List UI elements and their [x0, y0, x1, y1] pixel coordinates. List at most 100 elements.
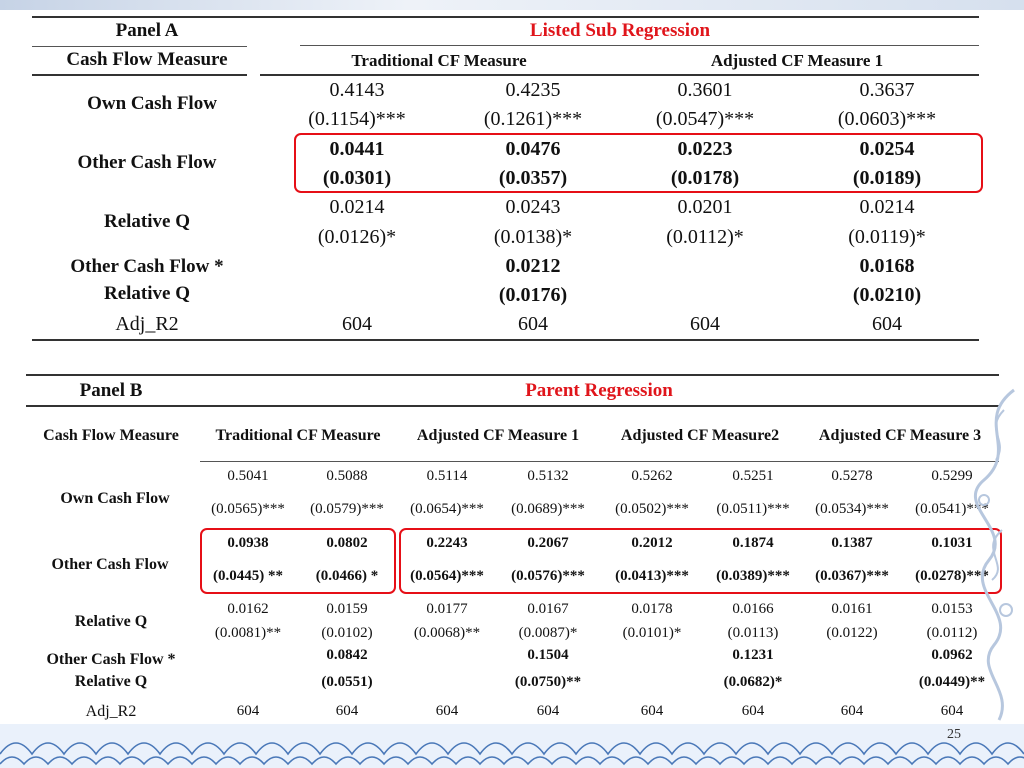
col-group-traditional: Traditional CF Measure	[215, 427, 381, 444]
table-cell: (0.0502)***	[615, 501, 689, 517]
rule-top	[26, 374, 999, 376]
row-label-adj-r2: Adj_R2	[85, 703, 137, 720]
rule-under-title	[26, 405, 999, 407]
rule-top	[32, 16, 979, 18]
table-cell: 604	[741, 703, 765, 719]
panel-b-title: Parent Regression	[525, 380, 673, 401]
table-cell: 0.1231	[732, 647, 774, 663]
table-cell: (0.0101)*	[622, 625, 682, 641]
col-group-adjusted-1: Adjusted CF Measure 1	[710, 51, 884, 70]
table-cell: 0.0159	[326, 601, 368, 617]
table-cell: (0.0534)***	[815, 501, 889, 517]
table-cell: 0.5132	[527, 468, 569, 484]
row-label-own-cash-flow: Own Cash Flow	[60, 490, 170, 507]
table-cell: 604	[236, 703, 260, 719]
table-cell: (0.0511)***	[716, 501, 790, 517]
dragon-decoration-icon	[974, 388, 1015, 721]
table-cell: 0.0214	[859, 196, 915, 218]
table-cell: (0.1261)***	[483, 108, 583, 130]
table-cell: 0.0161	[831, 601, 873, 617]
table-cell: (0.0081)**	[214, 625, 282, 641]
highlight-box-adjusted	[399, 528, 1002, 594]
row-label-interaction-line2: Relative Q	[74, 673, 148, 690]
table-cell: 0.0212	[505, 255, 561, 277]
panel-a-label: Panel A	[115, 20, 179, 41]
row-label-adj-r2: Adj_R2	[115, 313, 179, 335]
table-cell: 0.0201	[677, 196, 733, 218]
table-cell: 0.0167	[527, 601, 569, 617]
table-cell: (0.0102)	[321, 625, 373, 641]
table-cell: 0.5041	[227, 468, 269, 484]
table-cell: 0.0177	[426, 601, 468, 617]
table-cell: 0.0243	[505, 196, 561, 218]
table-cell: (0.0113)	[727, 625, 779, 641]
table-cell: (0.0551)	[321, 674, 373, 690]
table-cell: 0.0842	[326, 647, 368, 663]
table-cell: 0.4143	[329, 79, 385, 101]
table-cell: 604	[840, 703, 864, 719]
table-cell: 604	[536, 703, 560, 719]
highlight-box-traditional	[200, 528, 396, 594]
table-cell: 0.0166	[732, 601, 774, 617]
table-cell: 0.5114	[426, 468, 468, 484]
page-number: 25	[947, 727, 961, 742]
table-cell: 604	[342, 313, 372, 335]
row-label-relative-q: Relative Q	[74, 613, 148, 630]
table-cell: 604	[690, 313, 720, 335]
slide-top-bar	[0, 0, 1024, 10]
cash-flow-measure-header: Cash Flow Measure	[66, 49, 228, 70]
table-cell: (0.0654)***	[410, 501, 484, 517]
row-label-interaction-line2: Relative Q	[103, 283, 191, 304]
table-cell: 0.5088	[326, 468, 368, 484]
row-label-other-cash-flow: Other Cash Flow	[77, 152, 217, 173]
col-group-adjusted-1: Adjusted CF Measure 1	[416, 427, 580, 444]
table-cell: 0.0178	[631, 601, 673, 617]
table-cell: (0.0087)*	[518, 625, 578, 641]
table-cell: 0.3637	[859, 79, 915, 101]
table-cell: 0.0168	[859, 255, 915, 277]
table-cell: 0.0162	[227, 601, 269, 617]
table-cell: (0.0068)**	[413, 625, 481, 641]
table-cell: (0.0682)*	[723, 674, 783, 690]
table-cell: 0.3601	[677, 79, 733, 101]
highlight-box-other-cash-flow	[294, 133, 983, 193]
table-cell: (0.0122)	[826, 625, 878, 641]
panel-a-title: Listed Sub Regression	[529, 20, 711, 41]
rule-under-label	[32, 46, 247, 47]
rule-header	[200, 461, 999, 462]
table-cell: 0.1504	[527, 647, 569, 663]
table-cell: 0.5251	[732, 468, 774, 484]
table-cell: (0.0689)***	[511, 501, 585, 517]
table-cell: (0.0112)*	[666, 226, 744, 248]
table-cell: (0.0565)***	[211, 501, 285, 517]
row-label-interaction-line1: Other Cash Flow *	[46, 651, 176, 668]
table-cell: 604	[335, 703, 359, 719]
table-cell: 0.4235	[505, 79, 561, 101]
table-cell: (0.0603)***	[837, 108, 937, 130]
rule-bottom	[32, 339, 979, 341]
row-label-own-cash-flow: Own Cash Flow	[87, 93, 217, 114]
table-cell: 604	[435, 703, 459, 719]
rule-header-left	[32, 74, 247, 76]
row-label-relative-q: Relative Q	[103, 211, 191, 232]
table-cell: (0.0547)***	[655, 108, 755, 130]
col-group-adjusted-2: Adjusted CF Measure2	[620, 427, 780, 444]
table-cell: 0.5278	[831, 468, 873, 484]
row-label-other-cash-flow: Other Cash Flow	[51, 556, 169, 573]
table-cell: (0.0119)*	[848, 226, 926, 248]
table-cell: (0.0210)	[852, 284, 922, 306]
table-cell: (0.1154)***	[308, 108, 406, 130]
table-cell: (0.0579)***	[310, 501, 384, 517]
table-cell: (0.0126)*	[317, 226, 397, 248]
table-cell: 0.0214	[329, 196, 385, 218]
table-cell: 0.5262	[631, 468, 673, 484]
panel-b-label: Panel B	[79, 380, 143, 401]
row-label-interaction-line1: Other Cash Flow *	[70, 256, 224, 277]
table-cell: 604	[518, 313, 548, 335]
wave-border-decoration-icon	[0, 724, 1024, 768]
rule-under-title	[300, 45, 979, 46]
rule-header-right	[260, 74, 979, 76]
table-cell: (0.0176)	[498, 284, 568, 306]
table-cell: (0.0138)*	[493, 226, 573, 248]
table-cell: (0.0750)**	[514, 674, 582, 690]
